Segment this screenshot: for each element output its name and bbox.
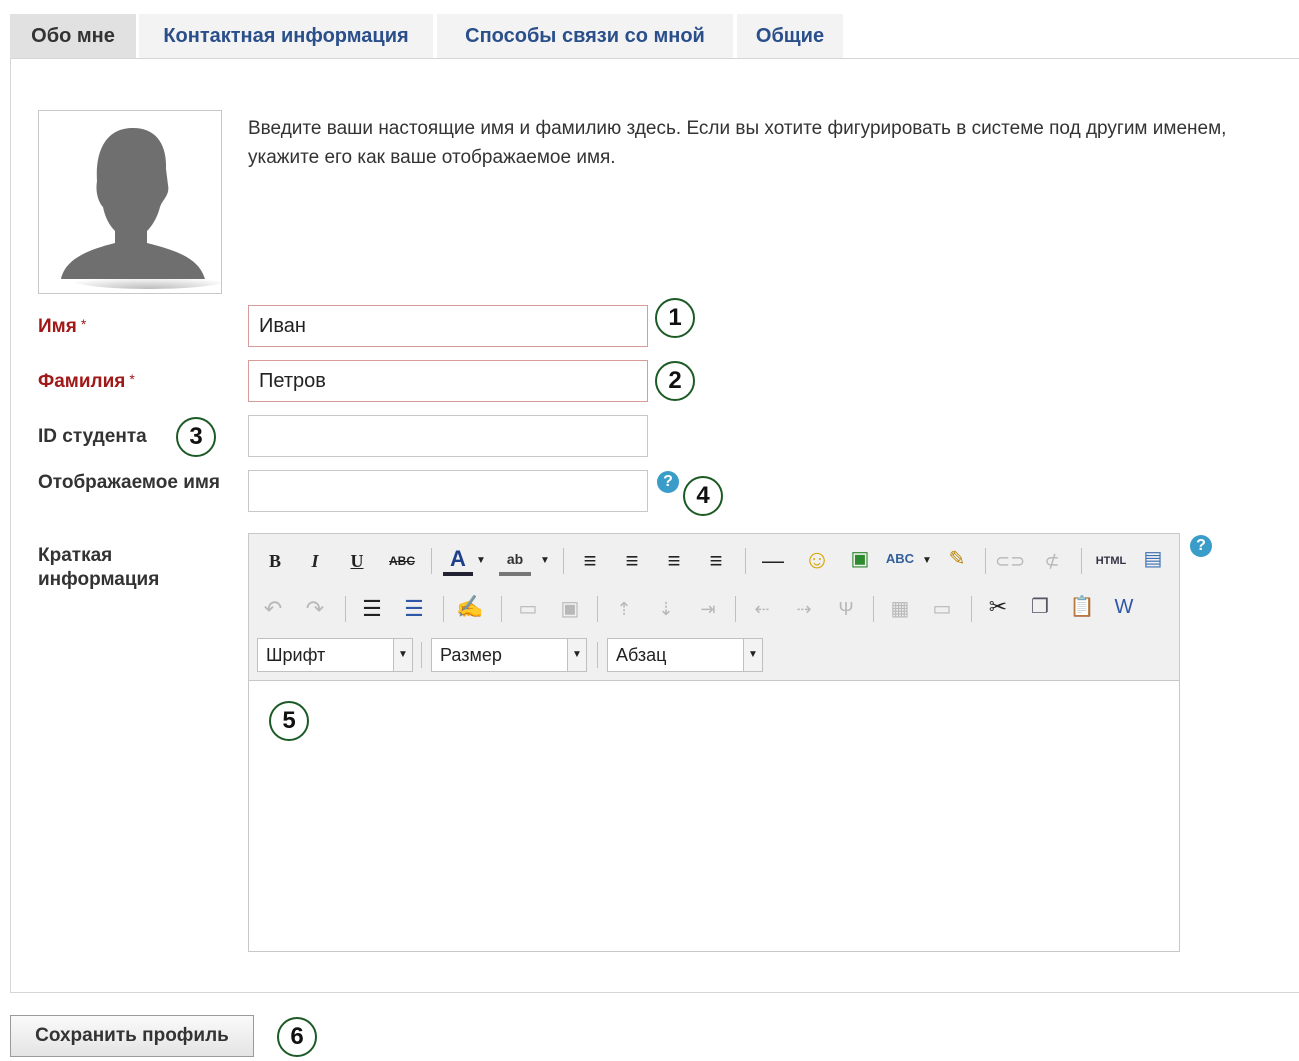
chevron-down-icon[interactable]: ▼ — [921, 548, 933, 574]
toolbar-separator — [985, 548, 986, 574]
link-icon[interactable]: ⊂⊃ — [995, 548, 1025, 574]
chevron-down-icon: ▼ — [567, 639, 586, 671]
numbered-list-icon[interactable]: ☰ — [399, 596, 429, 622]
font-family-select-label: Шрифт — [266, 645, 326, 665]
edit-table-icon[interactable]: ✍ — [455, 594, 485, 620]
delete-col-icon[interactable]: Ψ — [831, 596, 861, 622]
last-name-label-text: Фамилия — [38, 371, 126, 392]
font-family-select[interactable]: Шрифт ▼ — [257, 638, 413, 672]
last-name-input[interactable] — [248, 360, 648, 402]
align-center-icon[interactable]: ≡ — [617, 548, 647, 574]
align-left-icon[interactable]: ≡ — [575, 548, 605, 574]
toolbar-separator — [431, 548, 432, 574]
bold-icon[interactable]: B — [263, 548, 287, 574]
delete-row-icon[interactable]: ⇥ — [693, 596, 723, 622]
highlight-color-icon[interactable]: ab — [499, 546, 531, 576]
callout-5: 5 — [269, 701, 309, 741]
student-id-label: ID студента — [38, 426, 147, 447]
toolbar-separator — [597, 596, 598, 622]
image-icon[interactable]: ▣ — [845, 546, 875, 572]
row-props-icon[interactable]: ▭ — [513, 596, 543, 622]
chevron-down-icon[interactable]: ▼ — [539, 548, 551, 574]
avatar-silhouette-icon — [61, 127, 229, 289]
help-icon[interactable]: ? — [657, 471, 679, 493]
first-name-input[interactable] — [248, 305, 648, 347]
callout-2: 2 — [655, 361, 695, 401]
chevron-down-icon: ▼ — [393, 639, 412, 671]
toolbar-separator — [1081, 548, 1082, 574]
underline-icon[interactable]: U — [345, 548, 369, 574]
editor-content-area[interactable] — [249, 681, 1179, 951]
bullet-list-icon[interactable]: ☰ — [357, 596, 387, 622]
align-justify-icon[interactable]: ≡ — [701, 548, 731, 574]
tab-messaging[interactable]: Способы связи со мной — [437, 14, 733, 58]
insert-col-after-icon[interactable]: ⇢ — [789, 596, 819, 622]
font-size-select-label: Размер — [440, 645, 502, 665]
callout-4: 4 — [683, 476, 723, 516]
strikethrough-icon[interactable]: ABC — [385, 548, 419, 574]
merge-cells-icon[interactable]: ▭ — [927, 596, 957, 622]
paste-word-icon[interactable]: W — [1109, 594, 1139, 620]
unlink-icon[interactable]: ⊄ — [1037, 548, 1067, 574]
help-icon[interactable]: ? — [1190, 535, 1212, 557]
callout-6: 6 — [277, 1017, 317, 1057]
toolbar-separator — [421, 642, 422, 668]
avatar — [38, 110, 229, 294]
toolbar-separator — [745, 548, 746, 574]
short-info-label: Краткая информация — [38, 545, 160, 590]
toolbar-separator — [443, 596, 444, 622]
paragraph-format-select[interactable]: Абзац ▼ — [607, 638, 763, 672]
display-name-label: Отображаемое имя — [38, 472, 221, 493]
split-cells-icon[interactable]: ▦ — [885, 596, 915, 622]
tab-contact-info[interactable]: Контактная информация — [139, 14, 433, 58]
required-mark: * — [80, 316, 87, 332]
spellcheck-icon[interactable]: ABC — [885, 546, 915, 572]
toolbar-separator — [501, 596, 502, 622]
tab-general[interactable]: Общие — [737, 14, 843, 58]
toolbar-separator — [597, 642, 598, 668]
callout-3: 3 — [176, 417, 216, 457]
align-right-icon[interactable]: ≡ — [659, 548, 689, 574]
paragraph-format-select-label: Абзац — [616, 645, 667, 665]
cell-props-icon[interactable]: ▣ — [555, 596, 585, 622]
insert-col-before-icon[interactable]: ⇠ — [747, 596, 777, 622]
required-mark: * — [129, 371, 135, 387]
redo-icon[interactable]: ↷ — [301, 596, 329, 622]
panel-border-left — [10, 58, 11, 992]
undo-icon[interactable]: ↶ — [259, 596, 287, 622]
panel-border-bottom — [10, 992, 1299, 993]
html-source-icon[interactable]: HTML — [1091, 548, 1131, 574]
font-size-select[interactable]: Размер ▼ — [431, 638, 587, 672]
fullscreen-icon[interactable]: ▤ — [1139, 546, 1167, 572]
toolbar-separator — [735, 596, 736, 622]
chevron-down-icon: ▼ — [743, 639, 762, 671]
toolbar-separator — [971, 596, 972, 622]
insert-row-after-icon[interactable]: ⇣ — [651, 596, 681, 622]
copy-icon[interactable]: ❐ — [1025, 594, 1055, 620]
toolbar-separator — [345, 596, 346, 622]
student-id-input[interactable] — [248, 415, 648, 457]
cut-icon[interactable]: ✂ — [983, 594, 1013, 620]
display-name-input[interactable] — [248, 470, 648, 512]
intro-text: Введите ваши настоящие имя и фамилию зде… — [248, 118, 1227, 168]
first-name-label-text: Имя — [38, 316, 77, 337]
last-name-label: Фамилия * — [38, 371, 135, 393]
toolbar-separator — [563, 548, 564, 574]
paste-icon[interactable]: 📋 — [1067, 594, 1097, 620]
toolbar-separator — [873, 596, 874, 622]
callout-1: 1 — [655, 298, 695, 338]
chevron-down-icon[interactable]: ▼ — [475, 548, 487, 574]
font-color-icon[interactable]: A — [443, 546, 473, 576]
first-name-label: Имя * — [38, 316, 86, 338]
editor-toolbar: B I U ABC A ▼ ab ▼ ≡ ≡ ≡ ≡ — ☺ ▣ ABC ▼ ✎… — [249, 534, 1179, 681]
cleanup-brush-icon[interactable]: ✎ — [943, 546, 971, 572]
tabs-divider — [10, 58, 1299, 59]
emoticon-icon[interactable]: ☺ — [801, 546, 833, 572]
save-profile-button[interactable]: Сохранить профиль — [10, 1015, 254, 1057]
horizontal-rule-icon[interactable]: — — [757, 548, 789, 574]
rich-text-editor[interactable]: B I U ABC A ▼ ab ▼ ≡ ≡ ≡ ≡ — ☺ ▣ ABC ▼ ✎… — [248, 533, 1180, 952]
insert-row-before-icon[interactable]: ⇡ — [609, 596, 639, 622]
italic-icon[interactable]: I — [303, 548, 327, 574]
tab-about-me[interactable]: Обо мне — [10, 14, 136, 58]
